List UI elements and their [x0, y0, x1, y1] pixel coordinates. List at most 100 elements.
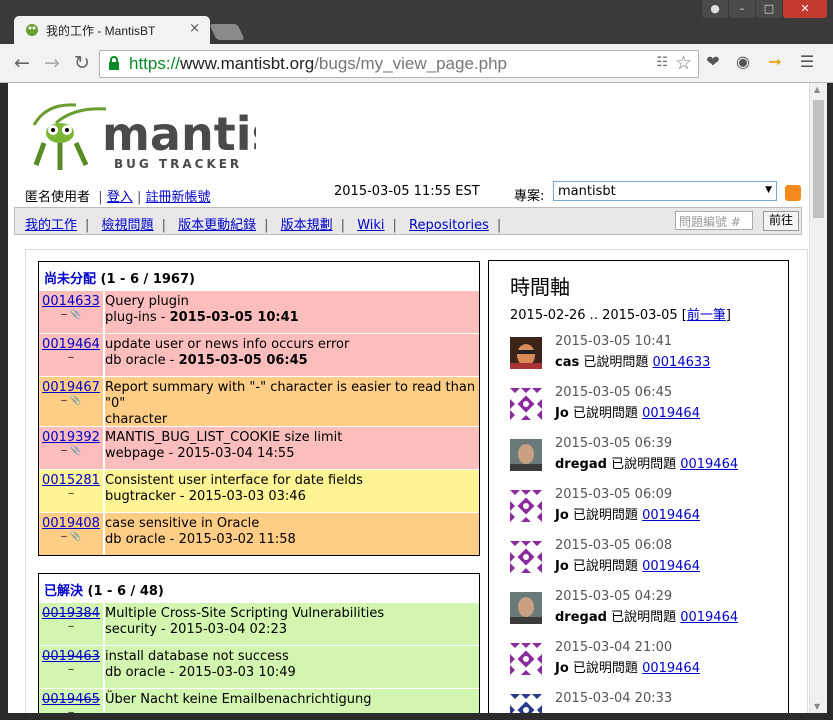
avatar-icon — [510, 337, 542, 369]
sign-in-icon[interactable]: ➞ — [766, 53, 784, 71]
back-icon[interactable]: ← — [14, 52, 30, 74]
menu-my-view[interactable]: 我的工作 — [25, 218, 77, 233]
bug-icons: ‒ 📎 — [39, 309, 103, 321]
avatar-icon — [510, 694, 542, 713]
event-bug-link[interactable]: 0014633 — [653, 355, 711, 370]
evernote-icon[interactable]: ◉ — [734, 53, 752, 71]
mantis-logo: mantis BUG TRACKER — [32, 103, 256, 171]
url-domain: www.mantisbt.org — [180, 54, 315, 73]
resolved-title-link[interactable]: 已解決 — [44, 584, 83, 599]
attachment-icon: 📎 — [67, 532, 82, 542]
event-bug-link[interactable]: 0019464 — [642, 406, 700, 421]
issue-jump-input[interactable]: 問題編號 # — [675, 211, 753, 230]
reload-icon[interactable]: ↻ — [74, 52, 90, 74]
minimize-icon[interactable]: – — [729, 0, 755, 18]
event-time: 2015-03-05 06:39 — [555, 436, 673, 451]
bug-id-link[interactable]: 0019384 — [42, 606, 100, 621]
scroll-down-icon[interactable]: ▼ — [814, 702, 820, 711]
maximize-icon[interactable]: □ — [756, 0, 782, 18]
bug-icons: ‒ — [39, 352, 103, 363]
address-bar[interactable]: https://www.mantisbt.org/bugs/my_view_pa… — [99, 50, 699, 78]
edit-icon[interactable]: ‒ — [68, 664, 74, 675]
avatar-icon — [510, 439, 542, 471]
bug-summary-cell: update user or news info occurs error db … — [105, 337, 477, 369]
resolved-bug-row: 0019465 ‒ Über Nacht keine Emailbenachrich… — [39, 688, 479, 713]
forward-icon[interactable]: → — [44, 52, 60, 74]
window-controls: ● – □ ✕ — [701, 0, 827, 20]
bug-id-link[interactable]: 0019392 — [42, 430, 100, 445]
bug-id-link[interactable]: 0019467 — [42, 380, 100, 395]
event-bug-link[interactable]: 0019464 — [642, 661, 700, 676]
jump-button[interactable]: 前往 — [763, 211, 799, 231]
rss-icon[interactable] — [785, 185, 801, 201]
bug-summary-cell: case sensitive in Oracle db oracle - 2015… — [105, 516, 477, 548]
menu-roadmap[interactable]: 版本規劃 — [281, 218, 333, 233]
svg-text:mantis: mantis — [102, 107, 256, 161]
bug-id-link[interactable]: 0019463 — [42, 649, 100, 664]
bug-id-link[interactable]: 0019408 — [42, 516, 100, 531]
event-user: Jo — [555, 559, 569, 574]
avatar-icon — [510, 541, 542, 573]
svg-text:BUG TRACKER: BUG TRACKER — [114, 157, 242, 171]
bug-summary: MANTIS_BUG_LIST_COOKIE size limit — [105, 430, 343, 445]
unassigned-title-link[interactable]: 尚未分配 — [44, 272, 96, 287]
event-desc: Jo 已說明問題 0019464 — [555, 657, 700, 676]
event-time: 2015-03-05 06:08 — [555, 538, 673, 553]
edit-icon[interactable]: ‒ — [68, 621, 74, 632]
event-bug-link[interactable]: 0019464 — [642, 559, 700, 574]
edit-icon[interactable]: ‒ — [68, 352, 74, 363]
edit-icon[interactable]: ‒ — [68, 707, 74, 713]
bug-summary-cell: Consistent user interface for date field… — [105, 473, 477, 505]
project-label: 專案: — [514, 189, 545, 204]
bug-summary: Report summary with "-" character is eas… — [105, 380, 476, 411]
bug-summary: Über Nacht keine Emailbenachrichtigung — [105, 692, 372, 707]
menu-icon[interactable]: ☰ — [798, 53, 816, 71]
menu-repositories[interactable]: Repositories — [409, 218, 489, 233]
vertical-scrollbar[interactable]: ▲ ▼ — [809, 83, 827, 713]
resolved-box: 已解決 (1 - 6 / 48) 0019384 ‒ Multiple Cross-… — [38, 573, 480, 713]
scroll-up-icon[interactable]: ▲ — [814, 85, 820, 94]
timeline-prev-link[interactable]: 前一筆 — [687, 308, 726, 323]
close-window-icon[interactable]: ✕ — [783, 0, 827, 18]
event-bug-link[interactable]: 0019464 — [680, 457, 738, 472]
bug-id-link[interactable]: 0019464 — [42, 337, 100, 352]
edit-icon[interactable]: ‒ — [68, 488, 74, 499]
menu-changelog[interactable]: 版本更動紀錄 — [178, 218, 256, 233]
tab-close-icon[interactable]: × — [189, 21, 200, 36]
resolved-rows: 0019384 ‒ Multiple Cross-Site Scripting Vu… — [39, 602, 479, 713]
extension-icon[interactable]: ❤ — [704, 53, 722, 71]
main-menu: 我的工作 | 檢視問題 | 版本更動紀錄 | 版本規劃 | Wiki | Reposito… — [14, 207, 802, 235]
bookmark-star-icon[interactable]: ☆ — [675, 52, 692, 74]
bug-id-link[interactable]: 0015281 — [42, 473, 100, 488]
bug-category: db oracle — [105, 353, 166, 368]
browser-tab[interactable]: 我的工作 - MantisBT × — [14, 16, 210, 44]
bug-row: 0019464 ‒ update user or news info occurs … — [39, 333, 479, 376]
event-bug-link[interactable]: 0019464 — [680, 610, 738, 625]
login-link[interactable]: 登入 — [107, 190, 133, 205]
translate-icon[interactable]: ☷ — [656, 55, 668, 70]
bug-row: 0014633 ‒ 📎 Query plugin plug-ins - 2015-03… — [39, 290, 479, 333]
bug-date: 2015-03-02 11:58 — [178, 532, 296, 547]
menu-view-issues[interactable]: 檢視問題 — [102, 218, 154, 233]
menu-wiki[interactable]: Wiki — [357, 218, 384, 233]
user-icon[interactable]: ● — [702, 0, 728, 18]
bug-id-link[interactable]: 0019465 — [42, 692, 100, 707]
browser-toolbar: ← → ↻ https://www.mantisbt.org/bugs/my_v… — [0, 44, 833, 83]
bug-category: plug-ins — [105, 310, 157, 325]
bug-id-link[interactable]: 0014633 — [42, 294, 100, 309]
scrollbar-thumb[interactable] — [813, 100, 824, 218]
bug-category: bugtracker — [105, 489, 176, 504]
resolved-header: 已解決 (1 - 6 / 48) — [39, 574, 479, 602]
event-user: cas — [555, 355, 580, 370]
timeline-event: 2015-03-05 06:08 Jo 已說明問題 0019464 — [510, 538, 780, 586]
bug-category: webpage — [105, 446, 165, 461]
bug-meta: db oracle - 2015-03-05 06:45 — [105, 353, 477, 369]
bug-summary-cell: Über Nacht keine Emailbenachrichtigung — [105, 692, 477, 708]
timeline-event: 2015-03-05 10:41 cas 已說明問題 0014633 — [510, 334, 780, 382]
project-select[interactable]: mantisbt ▼ — [553, 181, 777, 201]
bug-id-cell: 0019408 ‒ 📎 — [39, 513, 103, 555]
new-tab-button[interactable] — [209, 24, 245, 40]
event-bug-link[interactable]: 0019464 — [642, 508, 700, 523]
attachment-icon: 📎 — [67, 310, 82, 320]
signup-link[interactable]: 註冊新帳號 — [146, 190, 211, 205]
